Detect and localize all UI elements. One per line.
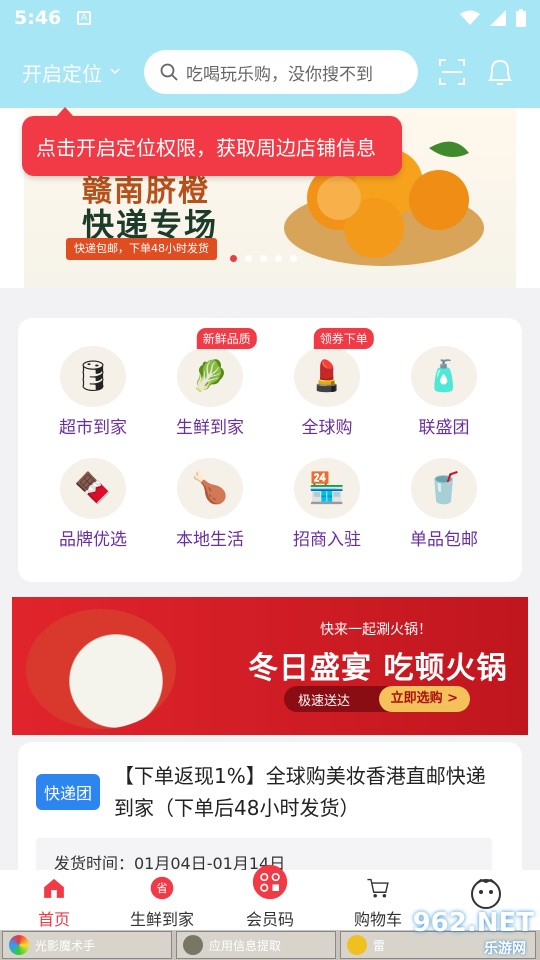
deal-title: 【下单返现1%】全球购美妆香港直邮快递到家（下单后48小时发货） (114, 764, 486, 820)
battery-icon (516, 9, 526, 27)
tab-home[interactable]: 首页 (0, 870, 108, 930)
promo-line1: 快来一起涮火锅！ (320, 622, 432, 638)
signal-icon (490, 10, 506, 26)
a-icon: A (77, 11, 92, 25)
taskbar-label: 应用信息提取 (209, 938, 282, 953)
tab-label: 生鲜到家 (129, 910, 194, 929)
search-placeholder: 吃喝玩乐购，没你搜不到 (186, 64, 373, 85)
category-label: 超市到家 (59, 418, 127, 438)
category-label: 招商入驻 (293, 530, 361, 550)
cart-icon (367, 878, 389, 898)
location-label: 开启定位 (22, 61, 102, 86)
category-tag: 领券下单 (313, 328, 374, 349)
promo-line2: 冬日盛宴 吃顿火锅 (248, 651, 508, 686)
scan-icon[interactable] (438, 58, 466, 86)
location-selector[interactable]: 开启定位 (22, 58, 120, 87)
banner-dot[interactable] (230, 255, 237, 262)
banner-dot[interactable] (290, 255, 297, 262)
banner-dot[interactable] (245, 255, 252, 262)
tab-label: 购物车 (353, 910, 402, 929)
tab-member-code[interactable]: 会员码 (216, 864, 324, 930)
category-group[interactable]: 🧴 联盛团 (389, 328, 499, 438)
banner-dot[interactable] (260, 255, 267, 262)
tooltip-text: 点击开启定位权限，获取周边店铺信息 (36, 135, 376, 160)
watermark-brand: 962.NET (412, 908, 534, 938)
category-free-shipping[interactable]: 🥤 单品包邮 (389, 440, 499, 550)
thunder-icon (347, 935, 367, 955)
profile-icon (471, 878, 501, 909)
taskbar-label: 光影魔术手 (35, 938, 96, 953)
photo-app-icon (9, 935, 29, 955)
taskbar-item[interactable]: 光影魔术手 (2, 931, 172, 959)
search-bar[interactable]: 吃喝玩乐购，没你搜不到 (144, 50, 418, 94)
category-global[interactable]: 💄 全球购 领券下单 (272, 328, 382, 438)
status-bar: 5:46 A (0, 0, 540, 36)
top-header: 开启定位 吃喝玩乐购，没你搜不到 (0, 36, 540, 108)
tab-label: 会员码 (245, 910, 294, 929)
oil-bottle-icon: 🛢 (60, 346, 126, 407)
category-fresh[interactable]: 🥬 生鲜到家 新鲜品质 (155, 328, 265, 438)
buy-now-button[interactable]: 立即选购 > (378, 686, 470, 712)
home-icon (44, 878, 64, 898)
banner-subtitle: 快递包邮，下单48小时发货 (66, 238, 217, 260)
hotpot-image (26, 609, 176, 729)
vegetables-icon: 🥬 (177, 346, 243, 407)
category-label: 本地生活 (176, 530, 244, 550)
chevron-down-icon (110, 68, 120, 75)
tab-fresh[interactable]: 省 生鲜到家 (108, 870, 216, 930)
status-icons (460, 9, 526, 27)
express-group-badge: 快递团 (36, 774, 100, 810)
fresh-icon: 省 (150, 876, 174, 900)
category-tag: 新鲜品质 (196, 328, 257, 349)
category-label: 单品包邮 (410, 530, 478, 550)
category-label: 品牌优选 (59, 530, 127, 550)
tab-label: 首页 (37, 910, 70, 929)
taskbar-item[interactable]: 应用信息提取 (176, 931, 336, 959)
fried-chicken-icon: 🍗 (177, 458, 243, 519)
category-label: 联盛团 (418, 418, 470, 438)
location-permission-tooltip[interactable]: 点击开启定位权限，获取周边店铺信息 (22, 107, 402, 176)
status-time: 5:46 (14, 7, 62, 29)
watermark-site: 乐游网 (484, 941, 526, 957)
banner-dots (230, 255, 297, 262)
svg-text:省: 省 (156, 882, 167, 895)
category-label: 生鲜到家 (176, 418, 244, 438)
shampoo-icon: 🧴 (411, 346, 477, 407)
promo-pill-left: 极速送达 (298, 693, 351, 709)
category-grid: 🛢 超市到家 🥬 生鲜到家 新鲜品质 💄 全球购 领券下单 🧴 联盛团 🍫 品牌… (18, 318, 522, 582)
blender-icon: 🥤 (411, 458, 477, 519)
search-icon (160, 63, 178, 81)
category-merchant[interactable]: 🏪 招商入驻 (272, 440, 382, 550)
category-label: 全球购 (301, 418, 353, 438)
category-local[interactable]: 🍗 本地生活 (155, 440, 265, 550)
bell-icon[interactable] (486, 57, 514, 87)
app-info-icon (183, 935, 203, 955)
member-code-icon (252, 864, 288, 900)
store-icon: 🏪 (294, 458, 360, 519)
category-brand[interactable]: 🍫 品牌优选 (38, 440, 148, 550)
cosmetics-icon: 💄 (294, 346, 360, 407)
hotpot-promo-banner[interactable]: 快来一起涮火锅！ 冬日盛宴 吃顿火锅 极速送达 立即选购 > (12, 597, 528, 735)
promo-pill: 极速送达 立即选购 > (284, 686, 470, 712)
snacks-icon: 🍫 (60, 458, 126, 519)
wifi-icon (460, 10, 480, 25)
banner-dot[interactable] (275, 255, 282, 262)
category-supermarket[interactable]: 🛢 超市到家 (38, 328, 148, 438)
taskbar-label: 雷 (373, 938, 386, 953)
